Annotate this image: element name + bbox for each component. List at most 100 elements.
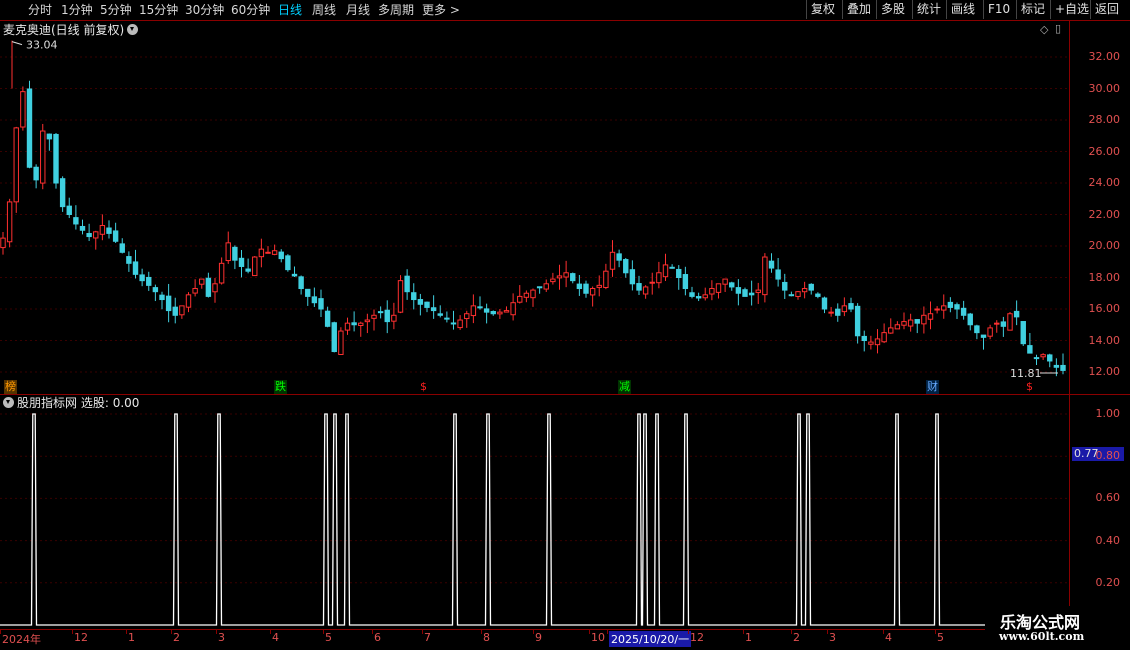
date-label: 1: [128, 631, 135, 644]
date-tick: [171, 630, 172, 634]
candle-body: [444, 317, 450, 320]
candle-body: [768, 260, 775, 269]
stock-title[interactable]: 麦克奥迪(日线 前复权): [3, 22, 139, 38]
date-tick: [72, 630, 73, 634]
indicator-tick: 0.80: [1095, 449, 1121, 463]
timeframe-0[interactable]: 分时: [28, 2, 52, 18]
signal-line: [0, 413, 1068, 626]
price-chart[interactable]: 33.04 11.81: [0, 40, 1070, 396]
toolbar-button-1[interactable]: 叠加: [842, 0, 875, 19]
candle-body: [742, 289, 748, 297]
price-tick: 22.00: [1088, 207, 1121, 221]
event-marker[interactable]: $: [1025, 380, 1034, 394]
candle-body: [212, 283, 218, 293]
candle-body: [1040, 354, 1046, 358]
candle-body: [729, 282, 735, 288]
event-marker[interactable]: 榜: [4, 380, 17, 394]
price-tick: 16.00: [1088, 302, 1121, 315]
candle-body: [232, 246, 238, 261]
candle-body: [550, 278, 556, 283]
candle-body: [782, 281, 788, 291]
price-tick: 26.00: [1088, 144, 1121, 158]
toolbar-button-0[interactable]: 复权: [806, 0, 839, 19]
timeframe-1[interactable]: 1分钟: [61, 2, 93, 18]
event-marker[interactable]: $: [419, 380, 428, 394]
candle-body: [112, 230, 119, 242]
scroll-handle-icon[interactable]: ▯: [1055, 22, 1061, 35]
candle-body: [801, 288, 808, 293]
toolbar-button-4[interactable]: 画线: [946, 0, 979, 19]
date-tick: [216, 630, 217, 634]
candle-body: [596, 284, 602, 288]
candle-body: [835, 308, 841, 316]
timeframe-5[interactable]: 60分钟: [231, 2, 270, 18]
timeframe-3[interactable]: 15分钟: [139, 2, 178, 18]
timeframe-9[interactable]: 多周期: [378, 2, 414, 18]
date-tick: [372, 630, 373, 634]
date-axis[interactable]: 2024年 12 1 2 3 4 5 6 7 8 9 10 2025/10/20/一 12 1 2 3 4 5: [0, 630, 1070, 647]
candle-body: [351, 322, 357, 326]
diamond-icon[interactable]: ◇: [1040, 23, 1048, 36]
candle-body: [960, 307, 967, 316]
candle-body: [927, 313, 934, 320]
toolbar-button-8[interactable]: 返回: [1090, 0, 1123, 19]
candle-body: [994, 322, 1000, 325]
toolbar-button-2[interactable]: 多股: [876, 0, 909, 19]
toolbar-button-5[interactable]: F10: [983, 0, 1014, 19]
timeframe-7[interactable]: 周线: [312, 2, 336, 18]
candle-body: [629, 269, 636, 285]
indicator-tick: 0.60: [1095, 491, 1121, 505]
timeframe-8[interactable]: 月线: [346, 2, 370, 18]
candle-body: [411, 292, 417, 301]
candle-body: [874, 338, 881, 346]
candle-body: [265, 251, 271, 254]
candle-body: [609, 251, 616, 270]
indicator-tick: 0.40: [1095, 533, 1121, 547]
toolbar-button-7[interactable]: +自选: [1050, 0, 1093, 19]
candle-body: [603, 270, 609, 288]
timeframe-2[interactable]: 5分钟: [100, 2, 132, 18]
timeframe-10[interactable]: 更多 >: [422, 2, 460, 18]
timeframe-4[interactable]: 30分钟: [185, 2, 224, 18]
timeframe-6[interactable]: 日线: [278, 2, 302, 18]
candle-body: [1013, 310, 1020, 318]
candle-body: [967, 313, 973, 326]
date-tick: [883, 630, 884, 634]
candle-body: [46, 133, 53, 140]
high-price-label: 33.04: [26, 40, 58, 52]
date-label: 8: [483, 631, 490, 644]
date-tick: [533, 630, 534, 634]
candle-body: [106, 227, 112, 234]
event-marker[interactable]: 减: [618, 380, 631, 394]
candle-body: [318, 298, 324, 310]
top-divider: [0, 20, 1130, 21]
date-tick: [607, 630, 608, 634]
event-marker[interactable]: 财: [926, 380, 939, 394]
dropdown-icon[interactable]: [127, 24, 139, 35]
toolbar-button-6[interactable]: 标记: [1016, 0, 1049, 19]
toolbar-button-3[interactable]: 统计: [912, 0, 945, 19]
candle-body: [172, 306, 178, 316]
candle-body: [517, 295, 523, 303]
candle-body: [205, 277, 212, 297]
candle-body: [636, 283, 642, 291]
date-label: 10: [591, 631, 605, 644]
candle-body: [20, 91, 26, 128]
candle-body: [748, 292, 755, 296]
event-marker[interactable]: 跌: [274, 380, 287, 394]
candle-body: [464, 313, 470, 320]
candle-body: [881, 332, 887, 343]
candle-body: [616, 253, 622, 261]
date-tick: [827, 630, 828, 634]
candle-body: [391, 314, 397, 322]
signal-chart[interactable]: [0, 398, 1070, 630]
candle-body: [623, 259, 629, 274]
candle-body: [1033, 357, 1040, 360]
candle-body: [53, 133, 59, 184]
candle-body: [417, 299, 424, 305]
candle-body: [954, 304, 960, 310]
candle-body: [583, 283, 589, 294]
candle-body: [305, 288, 311, 297]
candle-body: [642, 286, 649, 295]
date-label: 6: [374, 631, 381, 644]
